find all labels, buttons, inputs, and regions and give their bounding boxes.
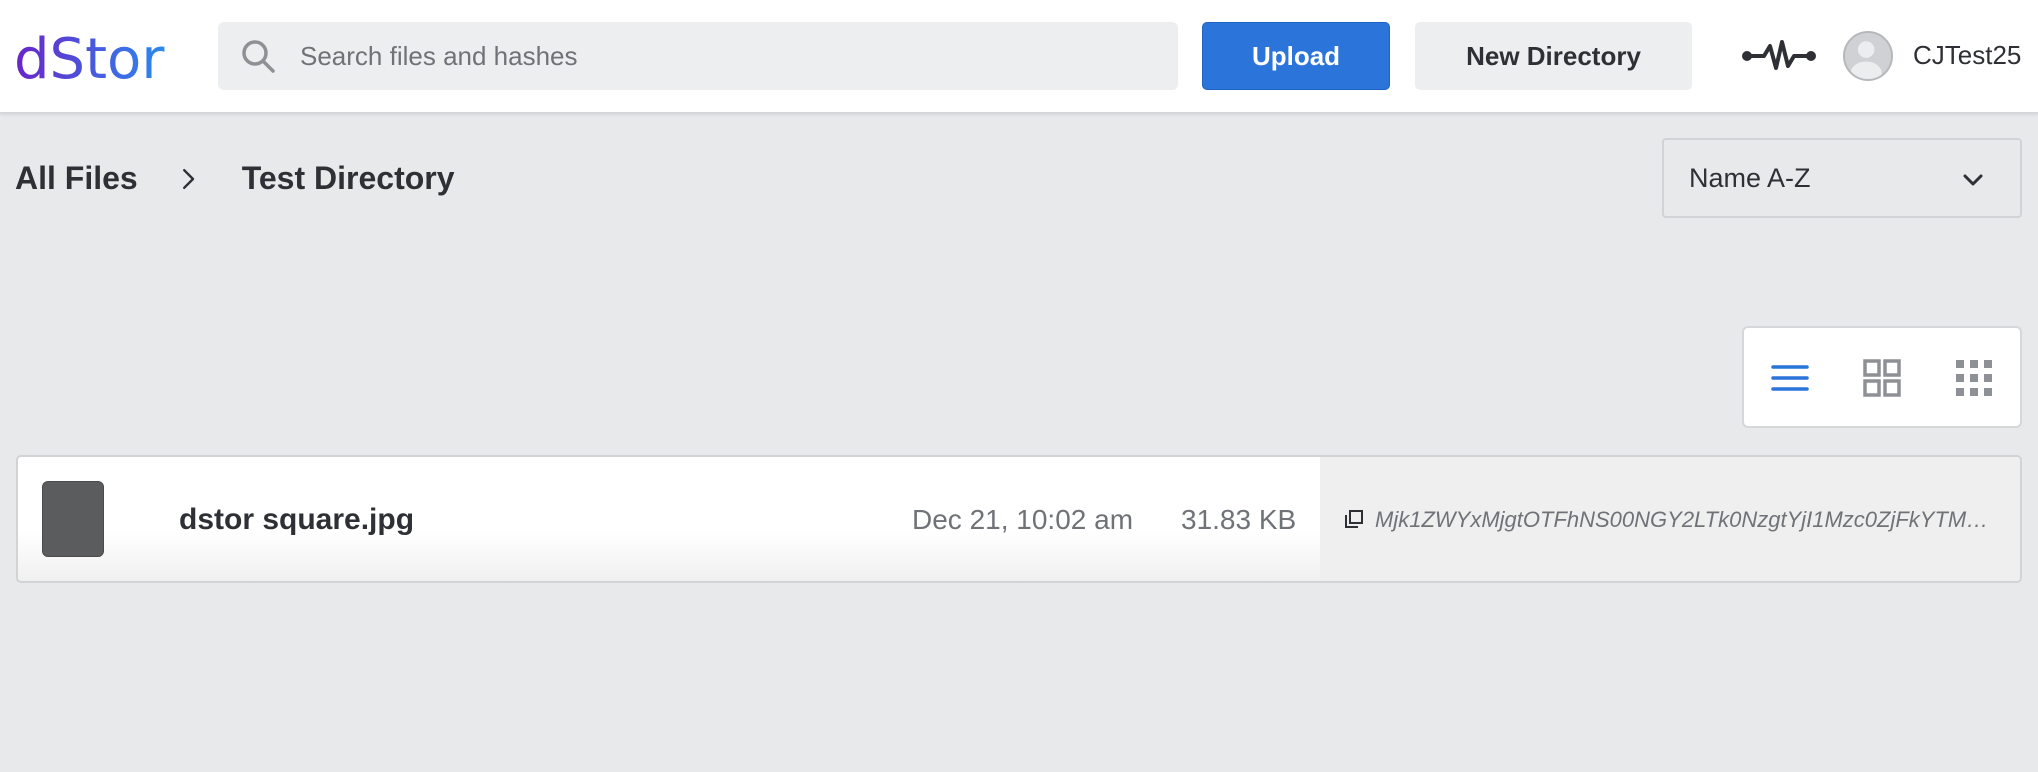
chevron-down-icon xyxy=(1963,174,1983,186)
upload-button[interactable]: Upload xyxy=(1202,22,1390,90)
copy-icon xyxy=(1345,510,1363,528)
logo-text: dStor xyxy=(14,27,165,92)
small-grid-view-icon xyxy=(1956,360,1992,396)
file-thumbnail xyxy=(42,481,104,557)
list-view-icon xyxy=(1771,365,1809,391)
search-bar xyxy=(218,22,1178,90)
file-hash: Mjk1ZWYxMjgtOTFhNS00NGY2LTk0NzgtYjI1Mzc0… xyxy=(1375,507,1995,532)
sort-dropdown[interactable]: Name A-Z xyxy=(1662,138,2022,218)
new-directory-button[interactable]: New Directory xyxy=(1415,22,1692,90)
file-size: 31.83 KB xyxy=(1181,504,1297,535)
breadcrumb-current-directory: Test Directory xyxy=(241,160,455,196)
user-avatar-icon xyxy=(1850,41,1882,79)
chevron-right-icon xyxy=(174,164,204,194)
user-avatar[interactable] xyxy=(1843,31,1893,81)
activity-icon[interactable] xyxy=(1742,36,1816,76)
grid-view-icon xyxy=(1863,359,1901,397)
file-name[interactable]: dstor square.jpg xyxy=(179,503,414,537)
search-icon xyxy=(242,40,275,73)
file-list-item[interactable]: dstor square.jpg Dec 21, 10:02 am 31.83 … xyxy=(16,455,2022,583)
view-mode-switcher xyxy=(1742,326,2022,428)
file-date: Dec 21, 10:02 am xyxy=(912,504,1134,535)
search-input[interactable] xyxy=(300,22,1160,90)
file-hash-copy[interactable]: Mjk1ZWYxMjgtOTFhNS00NGY2LTk0NzgtYjI1Mzc0… xyxy=(1320,457,2020,581)
username-label[interactable]: CJTest25 xyxy=(1913,40,2021,71)
small-grid-view-button[interactable] xyxy=(1928,328,2020,428)
breadcrumb: All Files Test Directory xyxy=(15,160,455,197)
grid-view-button[interactable] xyxy=(1836,328,1928,428)
breadcrumb-all-files[interactable]: All Files xyxy=(15,160,138,197)
dstor-logo[interactable]: dStor xyxy=(14,22,174,92)
list-view-button[interactable] xyxy=(1744,328,1836,428)
sort-selected-value: Name A-Z xyxy=(1689,162,1811,193)
top-navigation-bar: dStor Upload New Directory CJTest25 xyxy=(0,0,2038,114)
